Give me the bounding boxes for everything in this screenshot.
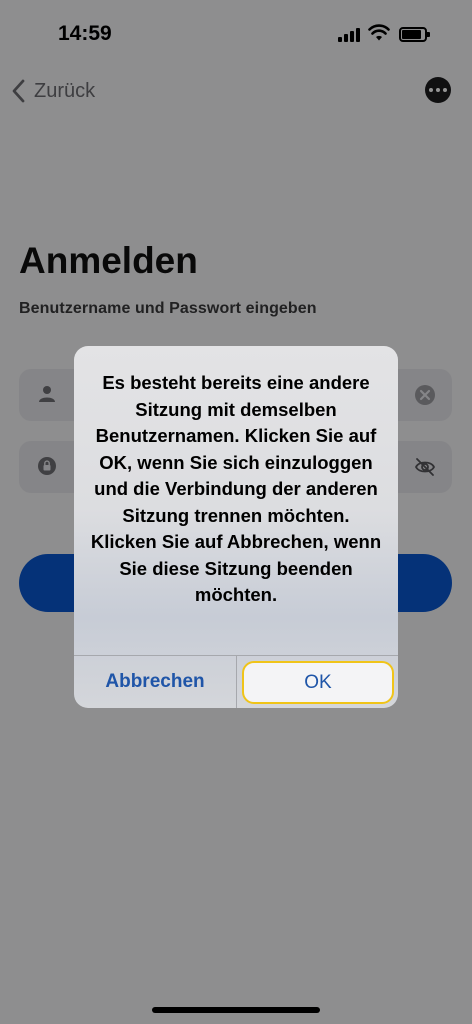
login-screen: 14:59 Zurück Anmelden Benutzername und P… (0, 0, 472, 1024)
alert-button-divider (236, 656, 237, 708)
cancel-button[interactable]: Abbrechen (74, 656, 236, 708)
home-indicator[interactable] (152, 1007, 320, 1013)
ok-button[interactable]: OK (242, 661, 394, 704)
session-conflict-alert: Es besteht bereits eine andere Sitzung m… (74, 346, 398, 708)
alert-message: Es besteht bereits eine andere Sitzung m… (90, 372, 382, 605)
